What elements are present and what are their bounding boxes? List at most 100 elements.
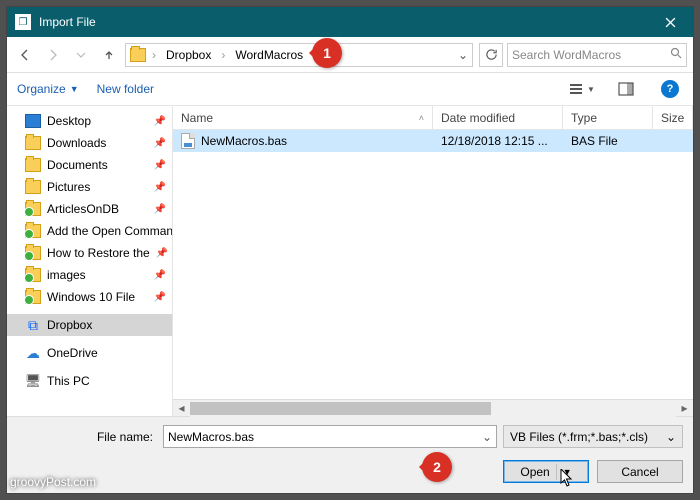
filename-label: File name: — [17, 430, 157, 444]
pin-icon: 📌 — [154, 270, 166, 281]
tree-item[interactable]: 🖥 This PC — [7, 370, 172, 392]
toolbar: Organize ▼ New folder ▼ ? — [7, 73, 693, 105]
column-size[interactable]: Size — [653, 106, 693, 129]
file-icon — [181, 133, 195, 149]
navigation-tree[interactable]: Desktop 📌 Downloads 📌 Documents 📌 Pictures 📌 Art… — [7, 106, 173, 416]
cancel-label: Cancel — [621, 465, 658, 479]
pin-icon: 📌 — [154, 116, 166, 127]
breadcrumb-dropbox[interactable]: Dropbox — [162, 44, 215, 66]
search-placeholder: Search WordMacros — [512, 48, 666, 62]
close-button[interactable] — [648, 7, 693, 37]
titlebar: ❐ Import File — [7, 7, 693, 37]
tree-item[interactable]: ArticlesOnDB📌 — [7, 198, 172, 220]
onedrive-icon: ☁ — [25, 346, 41, 360]
column-date[interactable]: Date modified — [433, 106, 563, 129]
nav-row: › Dropbox › WordMacros › ⌄ Search WordMa… — [7, 37, 693, 73]
chevron-right-icon: › — [219, 48, 227, 62]
filename-input[interactable]: NewMacros.bas ⌄ — [163, 425, 497, 448]
tree-item[interactable]: ⧉ Dropbox — [7, 314, 172, 336]
file-list-panel: Name˄ Date modified Type Size NewMacros.… — [173, 106, 693, 416]
tree-item[interactable]: Desktop 📌 — [7, 110, 172, 132]
tree-item-label: Documents — [47, 158, 108, 172]
file-type: BAS File — [563, 134, 653, 148]
organize-menu[interactable]: Organize ▼ — [17, 82, 79, 96]
search-input[interactable]: Search WordMacros — [507, 43, 687, 67]
folder-icon — [25, 136, 41, 150]
tree-item[interactable]: How to Restore the 📌 — [7, 242, 172, 264]
app-icon: ❐ — [15, 14, 31, 30]
file-type-filter[interactable]: VB Files (*.frm;*.bas;*.cls) ⌄ — [503, 425, 683, 448]
tree-item[interactable]: Windows 10 File📌 — [7, 286, 172, 308]
tree-item[interactable]: Pictures 📌 — [7, 176, 172, 198]
tree-item-label: This PC — [47, 374, 90, 388]
back-button[interactable] — [13, 43, 37, 67]
import-file-dialog: ❐ Import File › Dropbox — [6, 6, 694, 494]
recent-locations-button[interactable] — [69, 43, 93, 67]
scrollbar-thumb[interactable] — [190, 402, 491, 415]
chevron-down-icon: ▼ — [70, 84, 79, 94]
help-button[interactable]: ? — [657, 77, 683, 101]
file-date: 12/18/2018 12:15 ... — [433, 134, 563, 148]
view-options-button[interactable]: ▼ — [569, 77, 595, 101]
chevron-down-icon: ⌄ — [666, 430, 676, 444]
cancel-button[interactable]: Cancel — [597, 460, 683, 483]
chevron-right-icon: › — [150, 48, 158, 62]
tree-item-label: How to Restore the — [47, 246, 150, 260]
annotation-1: 1 — [312, 38, 342, 68]
refresh-button[interactable] — [479, 43, 503, 67]
horizontal-scrollbar[interactable]: ◂ ▸ — [173, 399, 693, 416]
file-row[interactable]: NewMacros.bas 12/18/2018 12:15 ...BAS Fil… — [173, 130, 693, 152]
address-bar[interactable]: › Dropbox › WordMacros › ⌄ — [125, 43, 473, 67]
bottom-panel: File name: NewMacros.bas ⌄ VB Files (*.f… — [7, 416, 693, 493]
main-panel: Desktop 📌 Downloads 📌 Documents 📌 Pictures 📌 Art… — [7, 105, 693, 416]
chevron-down-icon[interactable]: ▼ — [563, 467, 572, 477]
column-type[interactable]: Type — [563, 106, 653, 129]
search-icon — [670, 47, 682, 62]
pin-icon: 📌 — [156, 248, 168, 259]
up-button[interactable] — [97, 43, 121, 67]
tree-item-label: Windows 10 File — [47, 290, 135, 304]
forward-button[interactable] — [41, 43, 65, 67]
new-folder-button[interactable]: New folder — [97, 82, 154, 96]
address-history-dropdown[interactable]: ⌄ — [454, 48, 472, 62]
organize-label: Organize — [17, 82, 66, 96]
folder-synced-icon — [25, 290, 41, 304]
tree-item[interactable]: images 📌 — [7, 264, 172, 286]
dropbox-icon: ⧉ — [25, 318, 41, 332]
file-name: NewMacros.bas — [201, 134, 287, 148]
pin-icon: 📌 — [154, 138, 166, 149]
split-divider — [556, 464, 557, 480]
pin-icon: 📌 — [154, 182, 166, 193]
scroll-left-icon[interactable]: ◂ — [173, 400, 190, 417]
sort-arrow-icon: ˄ — [419, 113, 424, 123]
pc-icon: 🖥 — [25, 374, 41, 388]
tree-item-label: Downloads — [47, 136, 106, 150]
tree-item-label: Desktop — [47, 114, 91, 128]
filename-value: NewMacros.bas — [168, 430, 254, 444]
file-list[interactable]: NewMacros.bas 12/18/2018 12:15 ...BAS Fil… — [173, 130, 693, 399]
tree-item-label: Dropbox — [47, 318, 92, 332]
open-button[interactable]: Open ▼ — [503, 460, 589, 483]
preview-pane-button[interactable] — [613, 77, 639, 101]
breadcrumb-wordmacros[interactable]: WordMacros — [231, 44, 307, 66]
tree-item-label: OneDrive — [47, 346, 98, 360]
chevron-down-icon: ⌄ — [482, 430, 492, 444]
tree-item[interactable]: ☁ OneDrive — [7, 342, 172, 364]
tree-item[interactable]: Add the Open Command📌 — [7, 220, 172, 242]
folder-icon — [130, 48, 146, 62]
tree-item-label: images — [47, 268, 86, 282]
tree-item-label: Pictures — [47, 180, 90, 194]
pin-icon: 📌 — [154, 160, 166, 171]
tree-item[interactable]: Documents 📌 — [7, 154, 172, 176]
tree-item[interactable]: Downloads 📌 — [7, 132, 172, 154]
column-name[interactable]: Name˄ — [173, 106, 433, 129]
annotation-2: 2 — [422, 452, 452, 482]
open-label: Open — [520, 465, 549, 479]
folder-icon — [25, 180, 41, 194]
scroll-right-icon[interactable]: ▸ — [676, 400, 693, 417]
help-icon: ? — [661, 80, 679, 98]
folder-synced-icon — [25, 202, 41, 216]
tree-item-label: ArticlesOnDB — [47, 202, 119, 216]
folder-synced-icon — [25, 224, 41, 238]
tree-item-label: Add the Open Command — [47, 224, 172, 238]
